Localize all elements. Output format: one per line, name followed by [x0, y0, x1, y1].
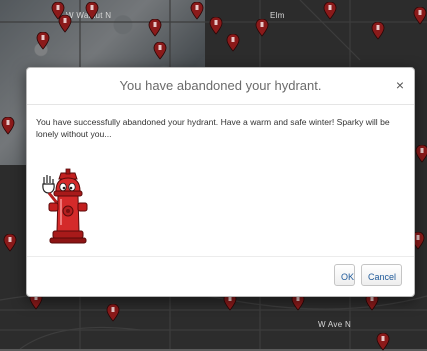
- hydrant-marker-icon[interactable]: [255, 19, 269, 37]
- hydrant-marker-icon[interactable]: [36, 32, 50, 50]
- hydrant-marker-icon[interactable]: [209, 17, 223, 35]
- hydrant-marker-icon[interactable]: [58, 15, 72, 33]
- hydrant-marker-icon[interactable]: [376, 333, 390, 351]
- hydrant-marker-icon[interactable]: [1, 117, 15, 135]
- dialog-footer-divider: [27, 256, 414, 257]
- hydrant-marker-icon[interactable]: [413, 7, 427, 25]
- street-label: W Ave N: [318, 320, 352, 329]
- hydrant-marker-icon[interactable]: [3, 234, 17, 252]
- hydrant-marker-icon[interactable]: [226, 34, 240, 52]
- abandon-hydrant-dialog: You have abandoned your hydrant. × You h…: [26, 67, 415, 297]
- hydrant-marker-icon[interactable]: [106, 304, 120, 322]
- dialog-header: You have abandoned your hydrant. ×: [27, 68, 414, 105]
- hydrant-marker-icon[interactable]: [190, 2, 204, 20]
- ok-button[interactable]: OK: [334, 264, 355, 286]
- hydrant-marker-icon[interactable]: [415, 145, 427, 163]
- hydrant-marker-icon[interactable]: [153, 42, 167, 60]
- sparky-hydrant-mascot-icon: [42, 168, 88, 244]
- street-label: Elm: [270, 11, 285, 20]
- hydrant-marker-icon[interactable]: [148, 19, 162, 37]
- hydrant-marker-icon[interactable]: [323, 2, 337, 20]
- dialog-message: You have successfully abandoned your hyd…: [36, 117, 390, 139]
- close-icon[interactable]: ×: [392, 76, 408, 94]
- cancel-button[interactable]: Cancel: [361, 264, 402, 286]
- hydrant-marker-icon[interactable]: [371, 22, 385, 40]
- hydrant-marker-icon[interactable]: [85, 2, 99, 20]
- dialog-title: You have abandoned your hydrant.: [119, 78, 322, 93]
